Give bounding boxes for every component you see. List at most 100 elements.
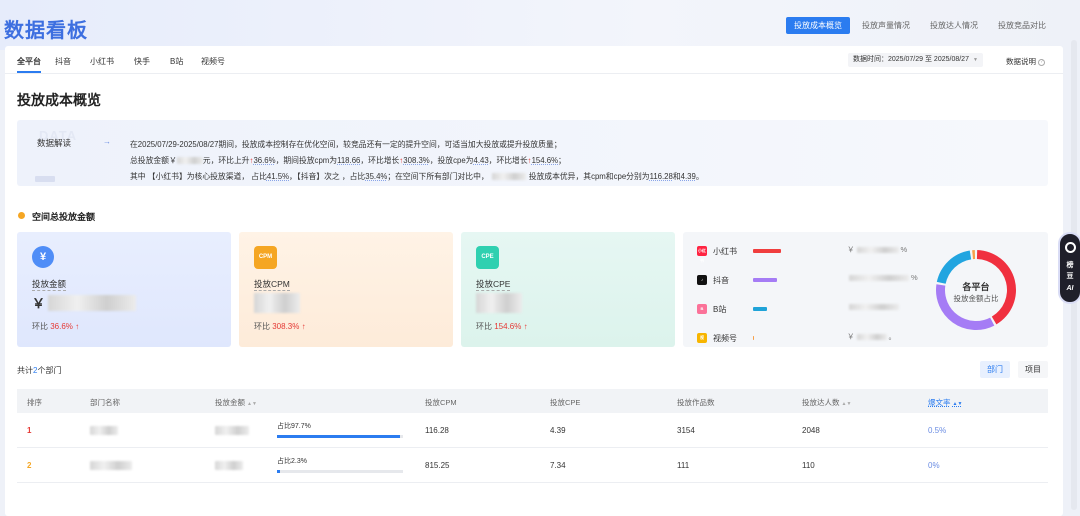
col-spend[interactable]: 投放金额 ▲▼ (215, 397, 257, 408)
kols-cell: 2048 (802, 426, 820, 435)
project-view-button[interactable]: 项目 (1018, 361, 1048, 378)
platform-share-panel: 小红书 小红书 ￥% ♪ 抖音% B B站视视频号 ￥。 各平台 投放金额占比 (683, 232, 1048, 347)
card-value (254, 293, 300, 313)
insight-text: ；在空间下所有部门对比中， (387, 172, 489, 181)
quote-icon (35, 176, 55, 182)
col-kols[interactable]: 投放达人数 ▲▼ (802, 397, 851, 408)
arrow-icon: → (103, 137, 111, 146)
blurred-value (476, 293, 522, 313)
ratio-value: 308.3% (272, 322, 300, 331)
blurred-value (215, 461, 243, 471)
up-arrow-icon: ↑ (299, 322, 306, 331)
donut-subtitle: 投放金额占比 (953, 294, 999, 303)
col-label: 投放金额 (215, 398, 245, 407)
share-bar-track (277, 435, 403, 438)
coin-icon (18, 212, 25, 219)
sort-icon: ▲▼ (247, 401, 257, 407)
platform-value-suffix: % (900, 245, 908, 254)
insight-value: 4.43 (473, 156, 489, 165)
platform-logo-icon: 小红书 (697, 246, 707, 263)
platform-bar-track (753, 336, 833, 340)
platform-tab-douyin[interactable]: 抖音 (55, 56, 71, 67)
date-range-text: 数据时间：2025/07/29 至 2025/08/27 (853, 56, 969, 63)
blurred-dept-name (491, 173, 526, 181)
insight-text: ，环比增长 (488, 156, 528, 165)
dept-count-suffix: 个部门 (37, 366, 62, 375)
platform-tabs: 全平台 抖音 小红书 快手 B站 视频号 数据时间：2025/07/29 至 2… (5, 46, 1063, 74)
dept-view-button[interactable]: 部门 (980, 361, 1010, 378)
insight-value: 154.6% (531, 156, 559, 165)
card-label: 投放CPE (476, 279, 511, 291)
platform-value-prefix: ￥ (847, 332, 855, 341)
blurred-value (856, 247, 899, 254)
cpm-icon: CPM (254, 246, 277, 269)
table-row[interactable]: 1 占比97.7% 116.28 4.39 3154 2048 0.5% (17, 413, 1048, 448)
dept-name-cell (90, 461, 132, 471)
cpe-cell: 4.39 (550, 426, 566, 435)
tab-volume[interactable]: 投放声量情况 (854, 17, 918, 34)
blurred-value (849, 304, 899, 311)
platform-name: 视频号 (713, 333, 737, 343)
col-cpm: 投放CPM (425, 398, 457, 407)
platform-tab-shipinhao[interactable]: 视频号 (201, 56, 225, 67)
data-help[interactable]: 数据说明? (1006, 56, 1045, 67)
sort-icon: ▲▼ (952, 401, 963, 407)
platform-bar-track (753, 278, 833, 282)
platform-row: B B站 (697, 302, 927, 316)
donut-title: 各平台 (962, 282, 990, 292)
card-value: ￥ (32, 293, 137, 312)
donut-slice[interactable] (972, 250, 976, 260)
platform-bar (753, 249, 782, 253)
question-icon: ? (1038, 58, 1045, 66)
platform-bar (753, 278, 778, 282)
date-range-picker[interactable]: 数据时间：2025/07/29 至 2025/08/27 ▼ (848, 53, 983, 67)
ratio-value: 154.6% (494, 322, 522, 331)
tab-competitor[interactable]: 投放竞品对比 (990, 17, 1054, 34)
rank-cell: 2 (27, 461, 32, 470)
cpe-cell: 7.34 (550, 461, 566, 470)
tab-kol[interactable]: 投放达人情况 (922, 17, 986, 34)
chevron-down-icon: ▼ (972, 57, 978, 63)
insight-text: ； (558, 156, 566, 165)
app-title: 数据看板 (4, 20, 88, 42)
tab-cost-overview[interactable]: 投放成本概览 (786, 17, 850, 34)
platform-value: % (847, 273, 918, 282)
platform-bar-track (753, 307, 833, 311)
platform-tab-kuaishou[interactable]: 快手 (134, 56, 150, 67)
insight-value: 308.3% (403, 156, 430, 165)
platform-value: ￥。 (847, 331, 896, 342)
dept-count: 共计2个部门 (17, 365, 61, 376)
table-row[interactable]: 2 占比2.3% 815.25 7.34 111 110 0% (17, 448, 1048, 483)
insight-box: DATA 数据解读 → 在2025/07/29-2025/08/27期间，投放成… (17, 120, 1048, 186)
platform-value: ￥% (847, 244, 907, 255)
card-cpm: CPM 投放CPM 环比 308.3% ↑ (239, 232, 453, 347)
insight-text: ，投放cpe为 (429, 156, 474, 165)
insight-value: 41.5% (266, 172, 289, 181)
ratio-label: 环比 (254, 322, 270, 331)
cpm-cell: 116.28 (425, 426, 449, 435)
dept-table: 排序 部门名称 投放金额 ▲▼ 投放CPM 投放CPE 投放作品数 投放达人数 ▲▼… (17, 389, 1048, 483)
insight-value: 4.39 (680, 172, 696, 181)
share-bar (277, 435, 401, 438)
col-viral-rate[interactable]: 爆文率 ▲▼ (928, 397, 962, 408)
platform-tab-xiaohongshu[interactable]: 小红书 (90, 56, 114, 67)
insight-text: ，期间投放cpm为 (275, 156, 338, 165)
up-arrow-icon: ↑ (72, 322, 80, 331)
section-subtitle: 空间总投放金额 (32, 212, 96, 222)
blurred-dept-name (90, 426, 118, 436)
platform-value-prefix: ￥ (847, 245, 855, 254)
ai-face-icon (1065, 242, 1076, 253)
donut-slice[interactable] (936, 250, 972, 284)
platform-tab-bilibili[interactable]: B站 (170, 56, 183, 67)
platform-value-suffix: 。 (888, 332, 897, 341)
ai-assistant-button[interactable]: 榜 豆 AI (1058, 232, 1080, 304)
platform-name: B站 (713, 304, 727, 314)
blurred-value (254, 293, 300, 313)
platform-logo-icon: B (697, 304, 707, 314)
platform-tab-all[interactable]: 全平台 (17, 56, 41, 73)
card-ratio: 环比 36.6% ↑ (32, 321, 79, 332)
table-header: 排序 部门名称 投放金额 ▲▼ 投放CPM 投放CPE 投放作品数 投放达人数 ▲▼… (17, 389, 1048, 413)
platform-value (847, 302, 901, 311)
insight-text: 其中 【小红书】为核心投放渠道， 占比 (130, 172, 267, 181)
rank-cell: 1 (27, 426, 32, 435)
